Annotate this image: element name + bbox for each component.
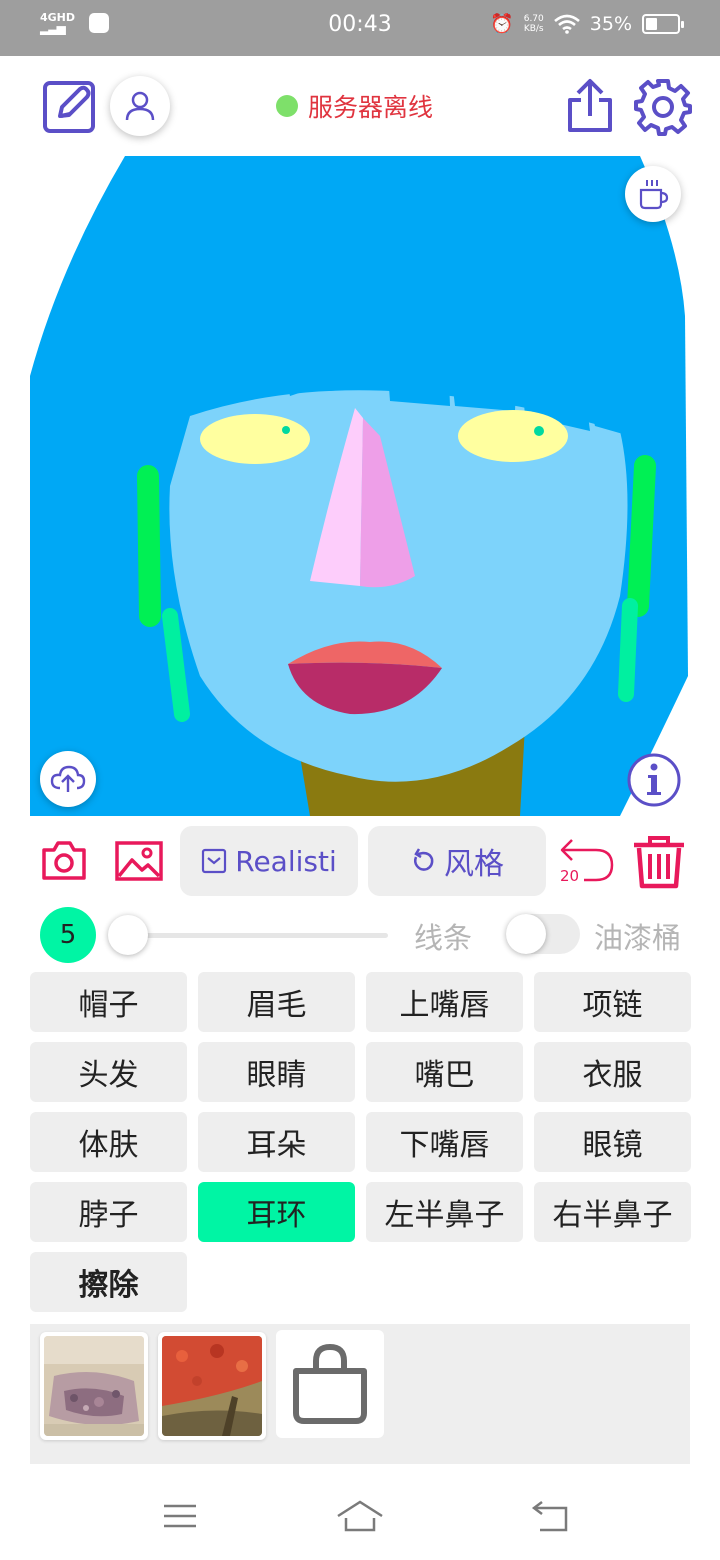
part-button[interactable]: 衣服 <box>534 1042 691 1102</box>
user-icon <box>125 91 155 121</box>
part-button[interactable]: 擦除 <box>30 1252 187 1312</box>
style-label: 风格 <box>444 847 504 882</box>
info-icon <box>627 753 681 807</box>
fill-mode-toggle[interactable] <box>506 914 580 954</box>
right-pupil <box>534 426 544 436</box>
right-eye <box>458 410 568 462</box>
menu-icon <box>164 1504 196 1528</box>
line-mode-label: 线条 <box>414 921 473 955</box>
texture-image-1 <box>44 1336 144 1436</box>
part-button[interactable]: 眉毛 <box>198 972 355 1032</box>
slider-thumb[interactable] <box>108 915 148 955</box>
right-ear <box>627 455 656 617</box>
realistic-label: Realisti <box>235 844 337 878</box>
part-button[interactable]: 上嘴唇 <box>366 972 523 1032</box>
net-speed-unit: KB/s <box>523 23 544 34</box>
coffee-icon <box>639 180 669 210</box>
coffee-button[interactable] <box>625 166 681 222</box>
bucket-mode-label: 油漆桶 <box>594 921 682 955</box>
shopping-bag-icon <box>293 1343 367 1424</box>
part-button[interactable]: 脖子 <box>30 1182 187 1242</box>
status-bar: 4GHD ▂▃▅ 00:43 ⏰ 6.70 KB/s 35% <box>0 0 720 56</box>
part-button[interactable]: 眼镜 <box>534 1112 691 1172</box>
image-icon <box>115 841 163 881</box>
server-status: 服务器离线 <box>276 88 433 124</box>
realistic-toggle[interactable]: Realisti <box>180 826 358 896</box>
camera-icon <box>42 841 86 880</box>
gallery-button[interactable] <box>114 838 164 884</box>
texture-tray <box>30 1324 690 1464</box>
part-button[interactable]: 帽子 <box>30 972 187 1032</box>
right-earring <box>618 598 638 702</box>
edit-icon <box>43 81 95 133</box>
brush-size-badge: 5 <box>40 907 96 963</box>
rotate-icon <box>413 848 434 871</box>
part-button[interactable]: 体肤 <box>30 1112 187 1172</box>
server-status-text: 服务器离线 <box>308 93 434 122</box>
system-nav-bar <box>0 1470 720 1560</box>
texture-store-button[interactable] <box>276 1330 384 1438</box>
part-button[interactable]: 头发 <box>30 1042 187 1102</box>
undo-icon: 20 <box>560 839 614 885</box>
texture-image-2 <box>162 1336 262 1436</box>
undo-button[interactable]: 20 <box>558 834 618 890</box>
trash-icon <box>634 836 684 889</box>
home-icon <box>337 1500 383 1532</box>
nav-home-button[interactable] <box>336 1496 384 1536</box>
part-selector-grid: 帽子 眉毛 上嘴唇 项链头发 眼睛 嘴巴 衣服体肤 耳朵 下嘴唇 眼镜脖子 耳环 左半鼻子 右半鼻子擦除 <box>30 972 691 1312</box>
left-eye <box>200 414 310 464</box>
upload-button[interactable] <box>40 751 96 807</box>
part-button[interactable]: 耳朵 <box>198 1112 355 1172</box>
drawing-canvas[interactable] <box>30 156 690 816</box>
slider-track <box>120 933 388 938</box>
gear-icon <box>634 79 692 136</box>
camera-button[interactable] <box>40 838 88 884</box>
delete-button[interactable] <box>632 834 686 890</box>
net-speed-value: 6.70 <box>523 13 544 24</box>
part-button[interactable]: 下嘴唇 <box>366 1112 523 1172</box>
info-button[interactable] <box>626 752 682 808</box>
wifi-icon <box>553 14 580 34</box>
face-drawing <box>30 156 688 816</box>
style-button[interactable]: 风格 <box>368 826 546 896</box>
share-icon <box>568 79 612 132</box>
left-pupil <box>282 426 290 434</box>
toggle-knob <box>506 914 546 954</box>
battery-icon <box>642 13 684 34</box>
checkbox-icon <box>202 848 227 874</box>
status-dot <box>276 95 298 117</box>
part-button[interactable]: 左半鼻子 <box>366 1182 523 1242</box>
settings-button[interactable] <box>634 78 692 136</box>
part-button[interactable]: 嘴巴 <box>366 1042 523 1102</box>
share-button[interactable] <box>564 78 616 134</box>
texture-thumb-2[interactable] <box>158 1332 266 1440</box>
cloud-upload-icon <box>50 765 86 792</box>
part-button[interactable]: 眼睛 <box>198 1042 355 1102</box>
left-ear <box>137 465 161 627</box>
undo-count: 20 <box>560 867 579 885</box>
part-button[interactable]: 项链 <box>534 972 691 1032</box>
brush-size-value: 5 <box>59 920 77 950</box>
brush-size-slider[interactable] <box>108 915 388 955</box>
alarm-icon: ⏰ <box>490 13 514 35</box>
texture-thumb-1[interactable] <box>40 1332 148 1440</box>
part-button[interactable]: 耳环 <box>198 1182 355 1242</box>
account-button[interactable] <box>110 76 170 136</box>
net-speed: 6.70 KB/s <box>524 14 544 34</box>
part-button[interactable]: 右半鼻子 <box>534 1182 691 1242</box>
edit-button[interactable] <box>42 78 98 134</box>
back-icon <box>531 1501 568 1532</box>
nav-menu-button[interactable] <box>156 1496 204 1536</box>
nav-back-button[interactable] <box>526 1496 574 1536</box>
battery-percent: 35% <box>589 12 632 35</box>
